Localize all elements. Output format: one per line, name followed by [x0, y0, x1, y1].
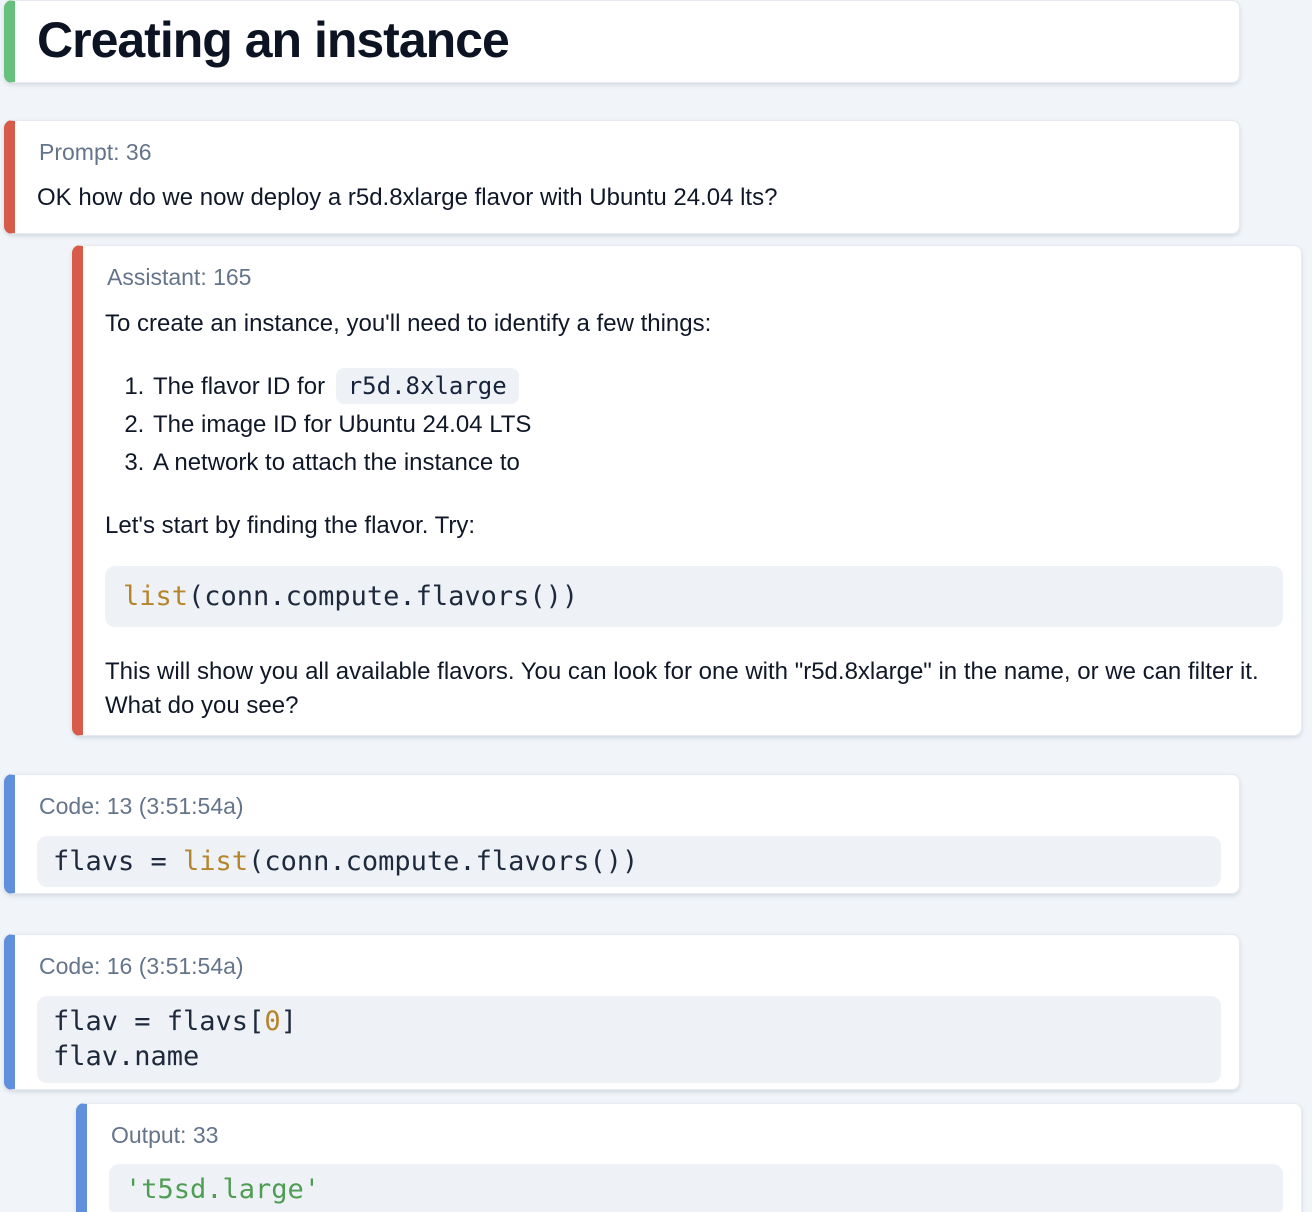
output-cell-header: Output: 33: [111, 1121, 1283, 1151]
list-item: The image ID for Ubuntu 24.04 LTS: [151, 406, 1283, 444]
code-cell-header: Code: 13 (3:51:54a): [39, 792, 1221, 822]
inline-code-flavor: r5d.8xlarge: [336, 368, 519, 404]
assistant-cell-header: Assistant: 165: [107, 263, 1283, 293]
code-block: flav = flavs[0]flav.name: [37, 996, 1221, 1082]
assistant-cell: Assistant: 165 To create an instance, yo…: [72, 245, 1302, 736]
assistant-numbered-list: The flavor ID for r5d.8xlarge The image …: [105, 368, 1283, 482]
code-text: flav = flavs[: [53, 1006, 264, 1037]
title-cell: Creating an instance: [4, 0, 1240, 83]
code-line: flav = flavs[0]: [53, 1004, 1205, 1039]
prompt-cell: Prompt: 36 OK how do we now deploy a r5d…: [4, 120, 1240, 235]
code-cell-13: Code: 13 (3:51:54a) flavs = list(conn.co…: [4, 774, 1240, 894]
code-number-literal: 0: [264, 1006, 280, 1037]
assistant-code-block: list(conn.compute.flavors()): [105, 566, 1283, 627]
prompt-cell-header: Prompt: 36: [39, 138, 1221, 168]
output-string-value: 't5sd.large': [125, 1174, 320, 1205]
list-item-text: The flavor ID for: [153, 373, 332, 400]
assistant-para-closing: This will show you all available flavors…: [105, 655, 1283, 723]
output-cell: Output: 33 't5sd.large': [76, 1103, 1302, 1212]
prompt-text: OK how do we now deploy a r5d.8xlarge fl…: [37, 181, 1221, 215]
page-title: Creating an instance: [37, 12, 1221, 70]
code-cell-header: Code: 16 (3:51:54a): [39, 952, 1221, 982]
list-item: The flavor ID for r5d.8xlarge: [151, 368, 1283, 406]
code-keyword: list: [123, 581, 188, 612]
notebook-log-page: Creating an instance Prompt: 36 OK how d…: [0, 0, 1312, 1212]
code-text: (conn.compute.flavors()): [188, 581, 578, 612]
list-item: A network to attach the instance to: [151, 444, 1283, 482]
code-block: flavs = list(conn.compute.flavors()): [37, 836, 1221, 887]
code-keyword: list: [183, 846, 248, 877]
code-text: ]: [281, 1006, 297, 1037]
assistant-intro-text: To create an instance, you'll need to id…: [105, 307, 1283, 341]
code-cell-16: Code: 16 (3:51:54a) flav = flavs[0]flav.…: [4, 934, 1240, 1089]
assistant-para-try: Let's start by finding the flavor. Try:: [105, 509, 1283, 543]
code-text: (conn.compute.flavors()): [248, 846, 638, 877]
code-line: flav.name: [53, 1039, 1205, 1074]
output-block: 't5sd.large': [109, 1164, 1283, 1212]
code-text: flavs =: [53, 846, 183, 877]
